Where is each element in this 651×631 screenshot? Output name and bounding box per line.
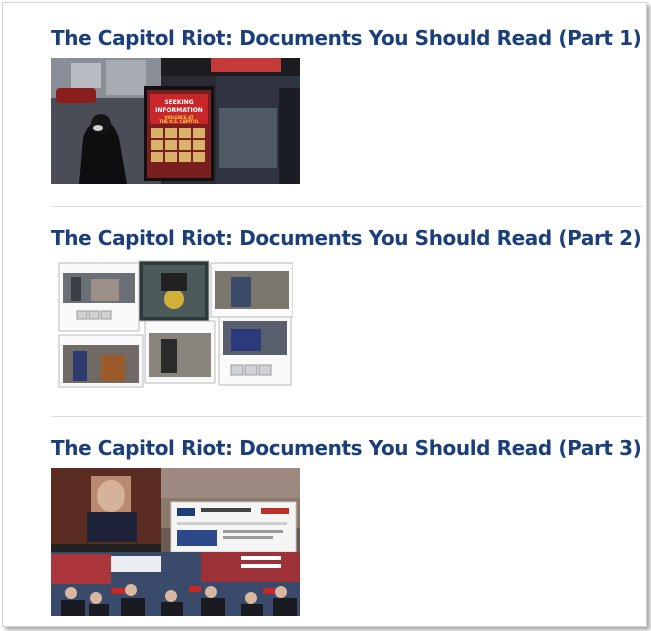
article-title-link[interactable]: The Capitol Riot: Documents You Should R… xyxy=(51,435,642,461)
article-title-link[interactable]: The Capitol Riot: Documents You Should R… xyxy=(51,25,642,51)
article-list-panel: The Capitol Riot: Documents You Should R… xyxy=(2,2,647,627)
article-thumbnail-image[interactable] xyxy=(51,259,293,389)
sign-subhead-2: THE U.S. CAPITOL xyxy=(159,119,199,124)
article-item-2: The Capitol Riot: Documents You Should R… xyxy=(51,225,642,389)
divider xyxy=(51,416,643,417)
article-thumbnail-image[interactable]: SEEKING INFORMATION VIOLENCE AT THE U.S.… xyxy=(51,58,300,184)
article-title-link[interactable]: The Capitol Riot: Documents You Should R… xyxy=(51,225,642,251)
sign-headline-2: INFORMATION xyxy=(155,107,203,114)
bus-stop-photo: SEEKING INFORMATION VIOLENCE AT THE U.S.… xyxy=(51,58,300,184)
article-item-3: The Capitol Riot: Documents You Should R… xyxy=(51,435,642,616)
article-thumbnail-image[interactable] xyxy=(51,468,300,616)
sign-headline-1: SEEKING xyxy=(164,99,193,106)
capitol-riot-collage xyxy=(51,468,300,616)
evidence-photo-collage xyxy=(51,259,293,389)
article-item-1: The Capitol Riot: Documents You Should R… xyxy=(51,25,642,184)
divider xyxy=(51,206,643,207)
